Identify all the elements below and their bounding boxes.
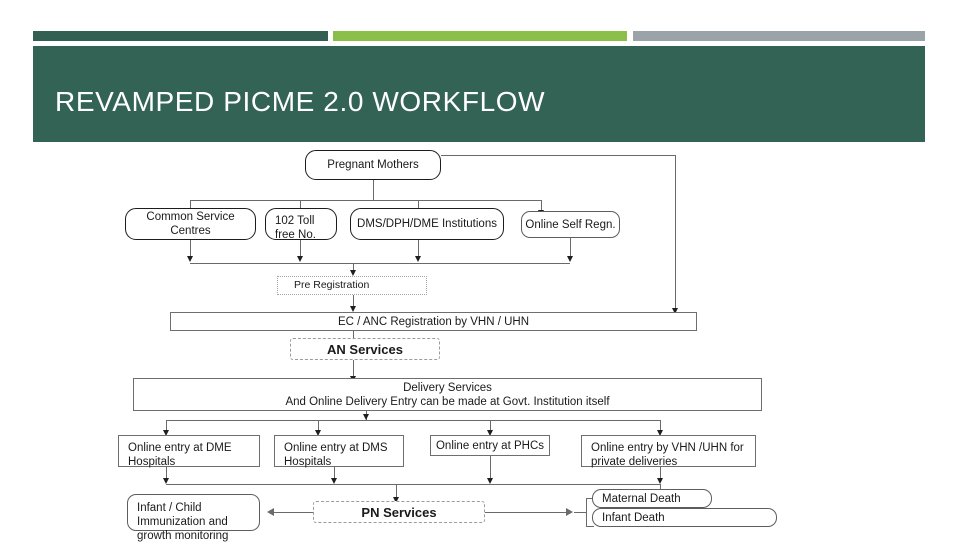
node-online-self-regn-label: Online Self Regn. bbox=[525, 218, 616, 231]
node-infant-death-label: Infant Death bbox=[602, 511, 665, 524]
node-pre-registration[interactable]: Pre Registration bbox=[277, 276, 427, 295]
accent-bar-dark-green bbox=[33, 31, 328, 41]
node-delivery-services-line1: Delivery Services bbox=[403, 381, 492, 394]
connector-death-bracket bbox=[586, 498, 587, 526]
connector-pm-down bbox=[373, 180, 374, 200]
arrow-csc-merge bbox=[186, 256, 193, 262]
connector-entry-bus bbox=[166, 420, 660, 421]
node-pn-services[interactable]: PN Services bbox=[313, 501, 485, 523]
accent-bar-gray bbox=[633, 31, 925, 41]
connector-pm-right-down bbox=[675, 155, 676, 310]
connector-pm-right bbox=[441, 155, 675, 156]
node-online-entry-vhn-uhn[interactable]: Online entry by VHN /UHN for private del… bbox=[581, 435, 756, 468]
accent-bar-green bbox=[333, 31, 627, 41]
arrow-online-merge bbox=[566, 256, 573, 262]
node-online-entry-dme[interactable]: Online entry at DME Hospitals bbox=[118, 435, 260, 468]
slide: REVAMPED PICME 2.0 WORKFLOW Pregnant Mot… bbox=[0, 0, 960, 542]
node-delivery-services-line2: And Online Delivery Entry can be made at… bbox=[285, 395, 610, 408]
arrow-pn-to-deaths bbox=[566, 508, 573, 516]
connector-death-bracket-stem bbox=[574, 512, 586, 513]
node-infant-child-immunization[interactable]: Infant / Child Immunization and growth m… bbox=[127, 494, 260, 542]
node-pre-registration-label: Pre Registration bbox=[294, 278, 370, 291]
connector-pn-bus bbox=[166, 484, 660, 485]
arrow-dms-merge bbox=[414, 256, 421, 262]
node-pregnant-mothers-label: Pregnant Mothers bbox=[327, 159, 419, 171]
node-maternal-death[interactable]: Maternal Death bbox=[592, 489, 712, 508]
node-delivery-services[interactable]: Delivery Services And Online Delivery En… bbox=[133, 378, 762, 411]
node-pregnant-mothers[interactable]: Pregnant Mothers bbox=[305, 150, 441, 180]
node-an-services[interactable]: AN Services bbox=[290, 338, 440, 360]
connector-online-down bbox=[570, 238, 571, 258]
node-infant-death[interactable]: Infant Death bbox=[592, 508, 777, 527]
node-dms-dph-dme-institutions-label: DMS/DPH/DME Institutions bbox=[357, 218, 497, 230]
node-an-services-label: AN Services bbox=[327, 341, 403, 357]
title-banner: REVAMPED PICME 2.0 WORKFLOW bbox=[33, 46, 925, 142]
arrow-pn-to-immunization bbox=[267, 508, 274, 516]
arrow-tollfree-merge bbox=[296, 256, 303, 262]
node-dms-dph-dme-institutions[interactable]: DMS/DPH/DME Institutions bbox=[350, 208, 504, 240]
connector-pn-to-deaths bbox=[485, 512, 567, 513]
workflow-diagram: Pregnant Mothers Common Service Centres … bbox=[0, 142, 960, 542]
connector-pn-to-immunization bbox=[274, 512, 313, 513]
node-infant-child-immunization-label: Infant / Child Immunization and growth m… bbox=[137, 502, 229, 542]
slide-title: REVAMPED PICME 2.0 WORKFLOW bbox=[55, 86, 546, 117]
node-pn-services-label: PN Services bbox=[361, 504, 437, 520]
node-toll-free-label: 102 Toll free No. bbox=[275, 215, 316, 241]
node-online-entry-dme-label: Online entry at DME Hospitals bbox=[128, 442, 232, 468]
node-ec-anc-registration[interactable]: EC / ANC Registration by VHN / UHN bbox=[170, 312, 697, 331]
node-common-service-centres[interactable]: Common Service Centres bbox=[125, 208, 256, 240]
node-toll-free[interactable]: 102 Toll free No. bbox=[265, 208, 337, 241]
connector-death-bracket-bottom bbox=[586, 526, 594, 527]
node-online-entry-dms[interactable]: Online entry at DMS Hospitals bbox=[274, 435, 404, 468]
connector-prereg-bus bbox=[190, 263, 570, 264]
node-common-service-centres-label: Common Service Centres bbox=[146, 211, 235, 237]
node-online-entry-phc-label: Online entry at PHCs bbox=[435, 439, 544, 452]
node-online-self-regn[interactable]: Online Self Regn. bbox=[521, 211, 620, 238]
node-ec-anc-registration-label: EC / ANC Registration by VHN / UHN bbox=[337, 315, 530, 328]
node-online-entry-dms-label: Online entry at DMS Hospitals bbox=[284, 442, 388, 468]
node-online-entry-vhn-uhn-label: Online entry by VHN /UHN for private del… bbox=[591, 442, 744, 468]
connector-row2-bus bbox=[190, 200, 541, 201]
node-online-entry-phc[interactable]: Online entry at PHCs bbox=[430, 435, 550, 456]
node-maternal-death-label: Maternal Death bbox=[602, 492, 681, 505]
